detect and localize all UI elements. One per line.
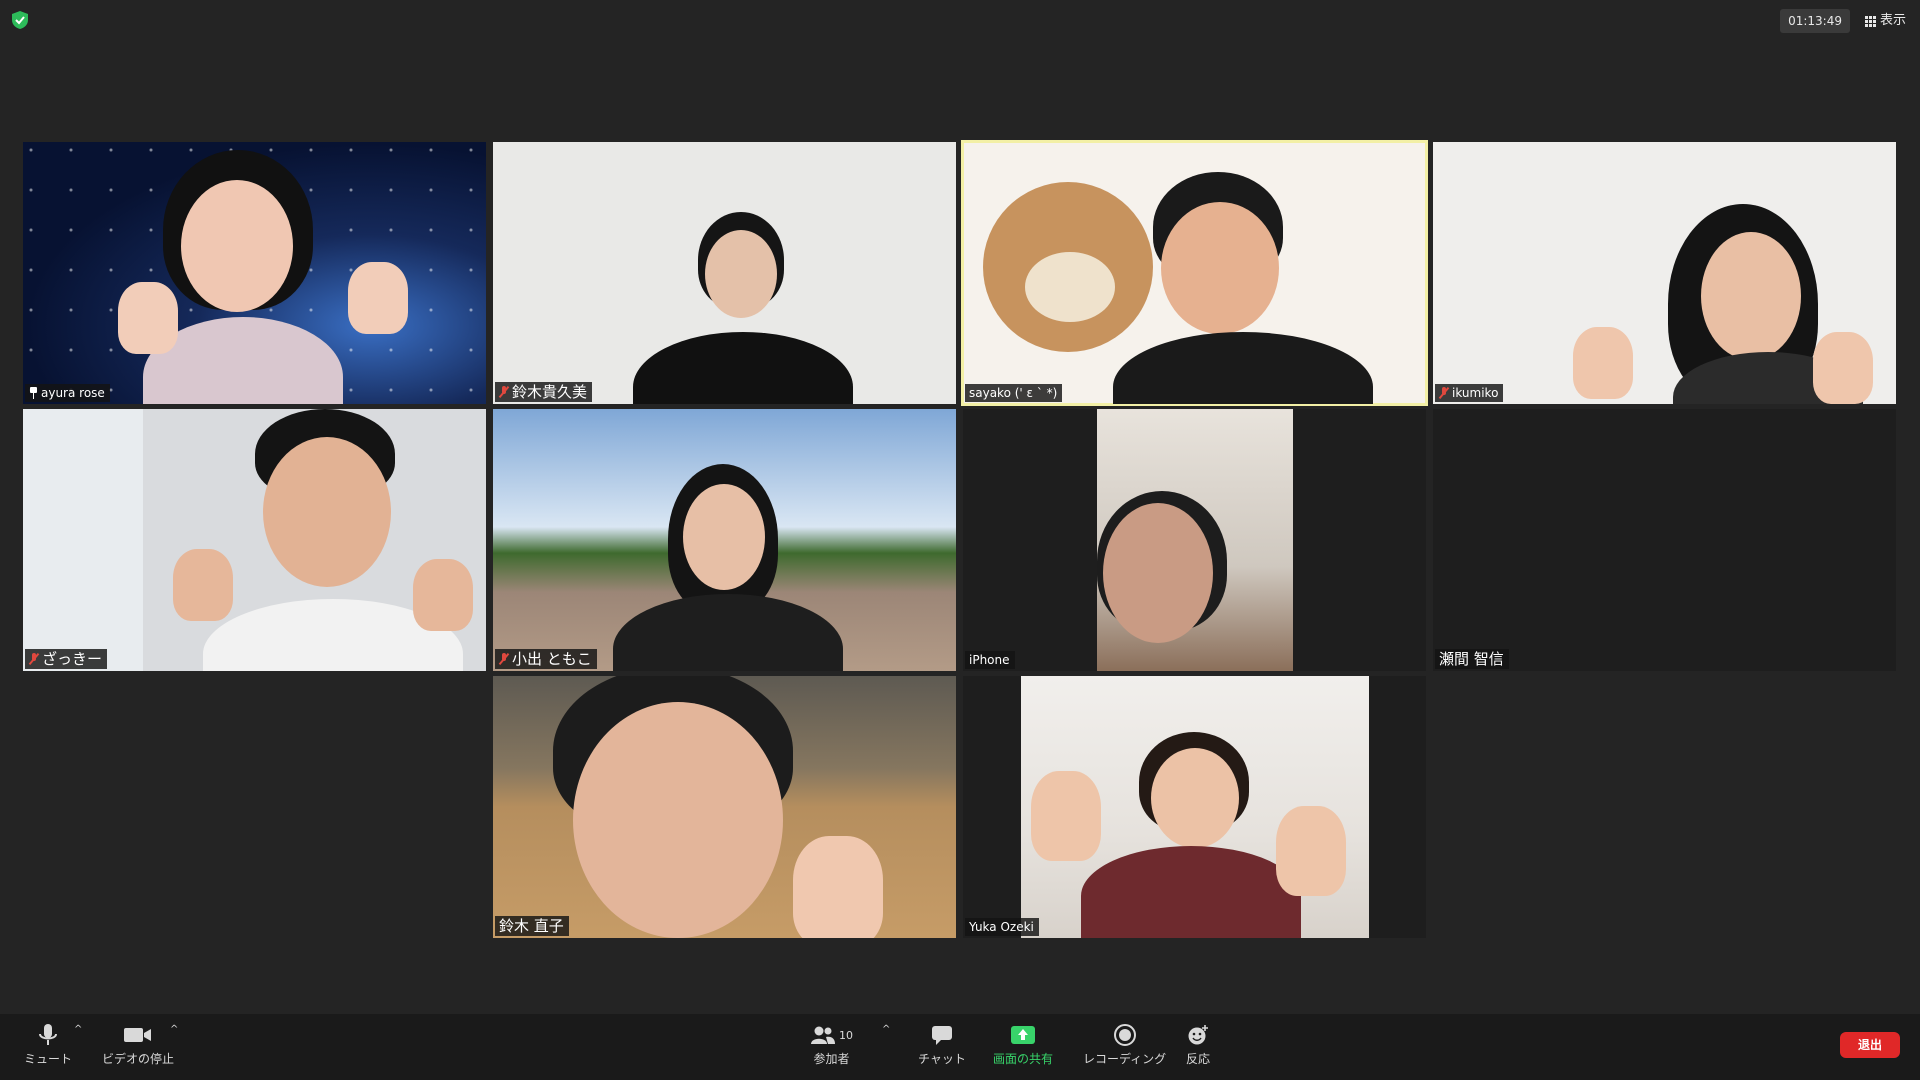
chat-button[interactable]: チャット: [918, 1020, 966, 1076]
video-camera-icon: [124, 1028, 151, 1042]
video-tile[interactable]: Yuka Ozeki: [963, 676, 1426, 938]
participant-name-tag: 瀬間 智信: [1435, 649, 1509, 669]
view-button[interactable]: 表示: [1864, 9, 1906, 33]
record-icon: [1113, 1024, 1136, 1046]
video-tile[interactable]: ikumiko: [1433, 142, 1896, 404]
video-tile[interactable]: iPhone: [963, 409, 1426, 671]
participant-name-tag: Yuka Ozeki: [965, 918, 1039, 936]
participant-name-tag: ざっきー: [25, 649, 108, 669]
video-tile-video-off[interactable]: 瀬間 智信: [1433, 409, 1896, 671]
shield-icon[interactable]: [12, 11, 28, 29]
video-options-caret[interactable]: ^: [170, 1024, 178, 1035]
video-tile[interactable]: ayura rose: [23, 142, 486, 404]
chat-icon: [931, 1026, 952, 1045]
meeting-timer: 01:13:49: [1780, 9, 1850, 33]
participants-options-caret[interactable]: ^: [882, 1024, 890, 1035]
grid-icon: [1864, 15, 1876, 27]
participant-name-tag: ayura rose: [25, 384, 110, 402]
participants-button[interactable]: 10 参加者: [810, 1020, 853, 1076]
participant-name-tag: ikumiko: [1435, 384, 1504, 402]
video-tile[interactable]: 鈴木貴久美: [493, 142, 956, 404]
meeting-toolbar: ミュート ^ ビデオの停止 ^ 10 参加者 ^ チャット 画面の共有 レコーデ…: [0, 1014, 1920, 1080]
record-button[interactable]: レコーディング: [1083, 1020, 1166, 1076]
share-screen-icon: [1011, 1026, 1035, 1044]
participants-count: 10: [839, 1028, 853, 1042]
participant-name-tag: 鈴木 直子: [495, 916, 569, 936]
mute-button[interactable]: ミュート: [24, 1020, 72, 1076]
video-tile[interactable]: 鈴木 直子: [493, 676, 956, 938]
pin-icon: [29, 387, 38, 399]
top-bar: 01:13:49 表示: [0, 0, 1920, 40]
video-tile[interactable]: ざっきー: [23, 409, 486, 671]
reactions-button[interactable]: 反応: [1186, 1020, 1210, 1076]
participant-name-tag: iPhone: [965, 651, 1015, 669]
participant-name-tag: 鈴木貴久美: [495, 382, 593, 402]
participant-name-tag: 小出 ともこ: [495, 649, 597, 669]
leave-meeting-button[interactable]: 退出: [1840, 1032, 1900, 1058]
emoji-reaction-icon: [1188, 1025, 1208, 1045]
participants-icon: [811, 1026, 835, 1044]
mute-icon: [1439, 387, 1449, 399]
view-label: 表示: [1879, 13, 1906, 28]
participant-name-tag: sayako (' ε ` *): [965, 384, 1063, 402]
stop-video-button[interactable]: ビデオの停止: [102, 1020, 174, 1076]
audio-options-caret[interactable]: ^: [74, 1024, 82, 1035]
share-screen-button[interactable]: 画面の共有: [993, 1020, 1053, 1076]
mute-icon: [29, 653, 39, 665]
video-tile[interactable]: 小出 ともこ: [493, 409, 956, 671]
mute-icon: [499, 653, 509, 665]
video-tile-active-speaker[interactable]: sayako (' ε ` *): [961, 140, 1428, 406]
microphone-icon: [39, 1024, 57, 1045]
mute-icon: [499, 386, 509, 398]
